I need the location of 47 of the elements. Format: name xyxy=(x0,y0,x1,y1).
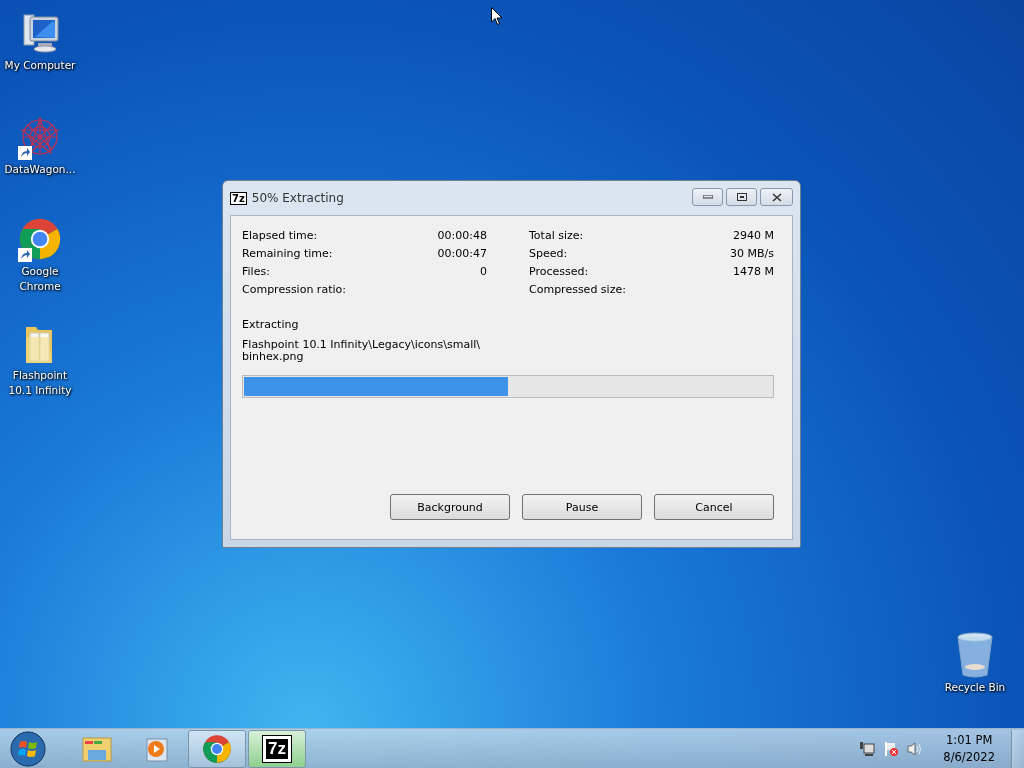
speaker-icon[interactable] xyxy=(907,740,924,757)
close-icon xyxy=(771,192,782,202)
minimize-icon xyxy=(702,195,713,199)
flag-warning-icon[interactable] xyxy=(883,740,900,757)
chrome-icon xyxy=(18,217,62,261)
mouse-pointer-icon xyxy=(491,7,503,26)
stat-value: 1478 M xyxy=(733,264,774,278)
maximize-button[interactable] xyxy=(726,188,757,206)
stat-label: Total size: xyxy=(529,228,584,242)
show-desktop-button[interactable] xyxy=(1011,729,1024,768)
stat-label: Processed: xyxy=(529,264,589,278)
stat-value: 0 xyxy=(480,264,487,278)
folder-icon xyxy=(81,734,113,763)
clock-time[interactable]: 1:01 PM xyxy=(946,731,993,749)
stat-label: Speed: xyxy=(529,246,568,260)
stat-label: Compression ratio: xyxy=(242,282,346,296)
window-title: 50% Extracting xyxy=(251,191,344,205)
desktop-icon-label[interactable]: Google Chrome xyxy=(0,264,80,294)
dialog-button[interactable]: Pause xyxy=(522,494,642,520)
desktop-icon-label[interactable]: Recycle Bin xyxy=(943,680,1007,695)
stat-label: Compressed size: xyxy=(529,282,626,296)
taskbar-app-button[interactable] xyxy=(188,729,246,768)
file-path: Flashpoint 10.1 Infinity\Legacy\icons\small\ binhex.png xyxy=(242,339,481,363)
dialog-button[interactable]: Background xyxy=(390,494,510,520)
maximize-icon xyxy=(736,193,747,201)
app-logo-icon: 7z xyxy=(263,735,291,762)
clock-date[interactable]: 8/6/2022 xyxy=(943,748,995,766)
chrome-icon xyxy=(202,733,232,764)
desktop-icon-label[interactable]: DataWagon... xyxy=(3,162,77,177)
operation-label: Extracting xyxy=(242,318,300,331)
taskbar-app-button[interactable]: 7z xyxy=(248,729,306,768)
stat-value: 00:00:47 xyxy=(437,246,487,260)
stat-value: 2940 M xyxy=(733,228,774,242)
desktop-icon-label[interactable]: Flashpoint 10.1 Infinity xyxy=(0,368,80,398)
close-button[interactable] xyxy=(760,188,793,206)
windows-logo-icon xyxy=(10,730,46,767)
stat-value: 00:00:48 xyxy=(437,228,487,242)
stat-value: 30 MB/s xyxy=(730,246,774,260)
shortcut-arrow-icon xyxy=(18,248,32,262)
stat-label: Elapsed time: xyxy=(242,228,318,242)
dialog-button[interactable]: Cancel xyxy=(654,494,774,520)
network-icon[interactable] xyxy=(859,740,876,757)
app-logo-icon: 7z xyxy=(230,191,247,205)
stat-label: Files: xyxy=(242,264,270,278)
stat-label: Remaining time: xyxy=(242,246,333,260)
desktop-icon-label[interactable]: My Computer xyxy=(3,58,77,73)
shortcut-arrow-icon xyxy=(18,146,32,160)
